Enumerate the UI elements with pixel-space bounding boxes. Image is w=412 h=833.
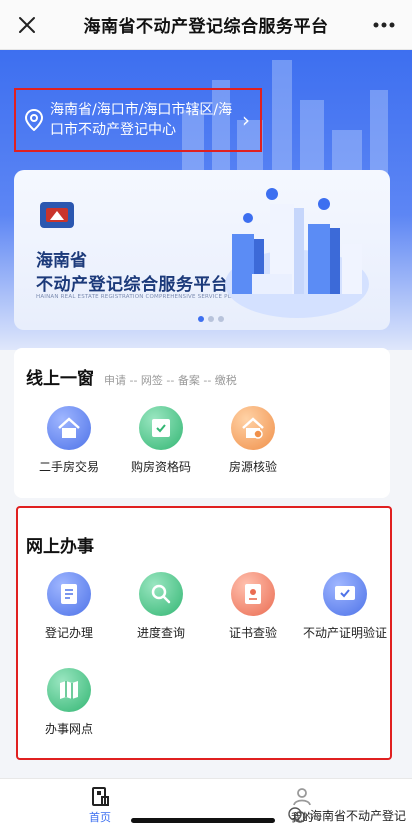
proof-verification[interactable]: 不动产证明验证: [300, 572, 390, 642]
item-label: 购房资格码: [130, 460, 191, 474]
location-selector[interactable]: 海南省/海口市/海口市辖区/海口市不动产登记中心 ›: [14, 88, 262, 152]
online-window-subtitle: 申请 -- 网签 -- 备案 -- 缴税: [104, 374, 237, 387]
tab-home-label: 首页: [89, 811, 111, 824]
registration-handling[interactable]: 登记办理: [24, 572, 114, 642]
online-services-title: 网上办事: [26, 537, 94, 557]
item-label: 不动产证明验证: [302, 626, 387, 640]
registration-icon: [47, 572, 91, 616]
service-location-icon: [47, 668, 91, 712]
tab-home[interactable]: 首页: [70, 785, 130, 825]
chevron-right-icon: ›: [242, 108, 250, 132]
wechat-logo-icon: [288, 807, 306, 823]
online-services-card: 网上办事 登记办理 进度查询 证书查验 不动产证明验证 办事网点: [16, 506, 392, 760]
city-illustration: [225, 188, 369, 318]
home-indicator: [131, 818, 275, 823]
page-title: 海南省不动产登记综合服务平台: [83, 17, 329, 37]
purchase-qualification-code[interactable]: 购房资格码: [116, 406, 206, 476]
emblem-logo: [40, 202, 74, 228]
item-label: 证书查验: [228, 626, 277, 640]
item-label: 房源核验: [228, 460, 277, 474]
online-window-card: 线上一窗 申请 -- 网签 -- 备案 -- 缴税 二手房交易 购房资格码 房源…: [14, 348, 390, 498]
carousel-indicator: [198, 316, 224, 322]
certificate-check[interactable]: 证书查验: [208, 572, 298, 642]
house-verify-icon: [231, 406, 275, 450]
progress-search-icon: [139, 572, 183, 616]
item-label: 办事网点: [44, 722, 93, 736]
house-trade-icon: [47, 406, 91, 450]
item-label: 二手房交易: [38, 460, 99, 474]
second-hand-house-trade[interactable]: 二手房交易: [24, 406, 114, 476]
banner-title-line2: 不动产登记综合服务平台: [36, 275, 229, 295]
banner-carousel[interactable]: 海南省 不动产登记综合服务平台 HAINAN REAL ESTATE REGIS…: [14, 170, 390, 330]
carousel-dot[interactable]: [218, 316, 224, 322]
location-pin-icon: [24, 109, 44, 131]
top-nav-bar: 海南省不动产登记综合服务平台: [0, 0, 412, 50]
home-icon: [92, 787, 109, 806]
qualification-code-icon: [139, 406, 183, 450]
proof-verify-icon: [323, 572, 367, 616]
watermark: 海南省不动产登记: [288, 806, 406, 824]
carousel-dot[interactable]: [208, 316, 214, 322]
online-window-title: 线上一窗: [26, 369, 94, 389]
item-label: 登记办理: [44, 626, 93, 640]
banner-title-line1: 海南省: [36, 251, 87, 271]
watermark-text: 海南省不动产登记: [309, 808, 406, 823]
service-outlets[interactable]: 办事网点: [24, 668, 114, 738]
carousel-dot[interactable]: [198, 316, 204, 322]
progress-query[interactable]: 进度查询: [116, 572, 206, 642]
more-icon[interactable]: [370, 12, 398, 38]
location-text: 海南省/海口市/海口市辖区/海口市不动产登记中心: [50, 102, 233, 138]
house-verify[interactable]: 房源核验: [208, 406, 298, 476]
item-label: 进度查询: [136, 626, 185, 640]
certificate-check-icon: [231, 572, 275, 616]
user-icon: [293, 788, 311, 806]
close-icon[interactable]: [14, 12, 40, 38]
